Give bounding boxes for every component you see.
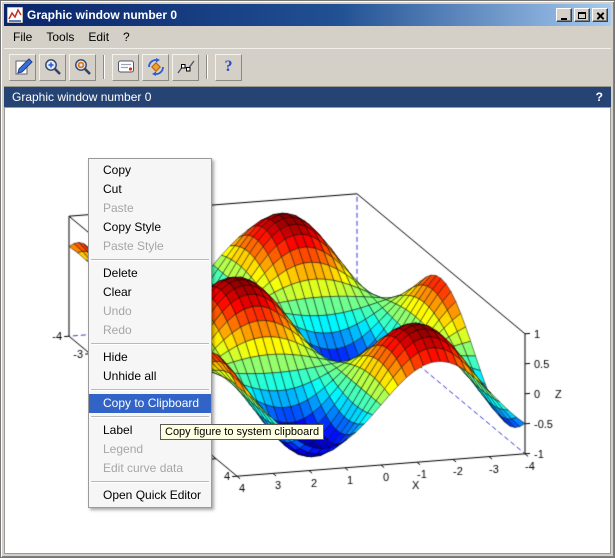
context-menu: CopyCutPasteCopy StylePaste StyleDeleteC…: [88, 158, 212, 508]
menubar-item-tools[interactable]: Tools: [39, 29, 81, 45]
datatips-button[interactable]: [172, 54, 199, 81]
context-menu-item-edit-curve-data: Edit curve data: [89, 459, 211, 478]
context-menu-item-label: Legend: [103, 440, 143, 459]
rotation-icon: [146, 57, 166, 77]
context-menu-separator: [91, 259, 209, 261]
context-menu-item-label: Open Quick Editor: [103, 486, 201, 505]
menu-bar: FileToolsEdit?: [4, 26, 611, 48]
context-menu-item-hide[interactable]: Hide: [89, 348, 211, 367]
context-menu-item-delete[interactable]: Delete: [89, 264, 211, 283]
minimize-button[interactable]: [556, 8, 572, 22]
context-menu-item-label: Copy: [103, 161, 131, 180]
banner-title: Graphic window number 0: [12, 90, 151, 104]
minimize-icon: [561, 18, 567, 20]
context-menu-item-paste-style: Paste Style: [89, 237, 211, 256]
menubar-item-help[interactable]: ?: [116, 29, 137, 45]
graphic-window: Graphic window number 0 FileToolsEdit?: [0, 0, 615, 558]
export-icon: [13, 57, 33, 77]
context-menu-item-cut[interactable]: Cut: [89, 180, 211, 199]
context-menu-separator: [91, 343, 209, 345]
toolbar-separator: [103, 55, 105, 79]
context-menu-item-clear[interactable]: Clear: [89, 283, 211, 302]
context-menu-item-label: Label: [103, 421, 132, 440]
context-menu-item-paste: Paste: [89, 199, 211, 218]
context-menu-item-label: Unhide all: [103, 367, 156, 386]
datatips-icon: [176, 57, 196, 77]
context-menu-separator: [91, 481, 209, 483]
context-menu-item-label: Hide: [103, 348, 128, 367]
context-menu-item-undo: Undo: [89, 302, 211, 321]
context-menu-item-copy[interactable]: Copy: [89, 161, 211, 180]
plot-area: CopyCutPasteCopy StylePaste StyleDeleteC…: [4, 107, 611, 554]
context-menu-item-copy-style[interactable]: Copy Style: [89, 218, 211, 237]
toolbar: ?: [4, 48, 611, 87]
zoom-area-button[interactable]: [39, 54, 66, 81]
toolbar-separator: [206, 55, 208, 79]
maximize-button[interactable]: [574, 8, 590, 22]
close-icon: [596, 11, 605, 20]
window-controls: [554, 8, 608, 22]
original-view-icon: [73, 57, 93, 77]
window-title: Graphic window number 0: [27, 8, 550, 22]
context-menu-item-label: Paste: [103, 199, 134, 218]
menubar-item-edit[interactable]: Edit: [81, 29, 116, 45]
help-icon: ?: [225, 58, 233, 76]
context-menu-item-label: Copy Style: [103, 218, 161, 237]
graphic-banner: Graphic window number 0 ?: [4, 87, 611, 107]
context-menu-item-label: Redo: [103, 321, 132, 340]
ged-icon: [116, 57, 136, 77]
original-view-button[interactable]: [69, 54, 96, 81]
window-icon[interactable]: [7, 7, 23, 23]
context-menu-item-open-quick-editor[interactable]: Open Quick Editor: [89, 486, 211, 505]
context-menu-item-unhide-all[interactable]: Unhide all: [89, 367, 211, 386]
context-menu-item-label: Clear: [103, 283, 132, 302]
context-menu-item-redo: Redo: [89, 321, 211, 340]
context-menu-item-legend: Legend: [89, 440, 211, 459]
context-menu-item-copy-to-clipboard[interactable]: Copy to Clipboard: [89, 394, 211, 413]
context-menu-separator: [91, 416, 209, 418]
tooltip: Copy figure to system clipboard: [160, 424, 324, 440]
rotation-button[interactable]: [142, 54, 169, 81]
context-menu-item-label: Edit curve data: [103, 459, 183, 478]
help-button[interactable]: ?: [215, 54, 242, 81]
menubar-item-file[interactable]: File: [6, 29, 39, 45]
context-menu-item-label: Copy to Clipboard: [103, 394, 199, 413]
context-menu-item-label: Delete: [103, 264, 138, 283]
ged-button[interactable]: [112, 54, 139, 81]
zoom-area-icon: [43, 57, 63, 77]
close-button[interactable]: [592, 8, 608, 22]
context-menu-item-label: Undo: [103, 302, 132, 321]
banner-help-icon[interactable]: ?: [596, 90, 603, 104]
context-menu-separator: [91, 389, 209, 391]
export-button[interactable]: [9, 54, 36, 81]
titlebar[interactable]: Graphic window number 0: [4, 4, 611, 26]
context-menu-item-label: Cut: [103, 180, 122, 199]
context-menu-item-label: Paste Style: [103, 237, 164, 256]
maximize-icon: [578, 12, 586, 19]
